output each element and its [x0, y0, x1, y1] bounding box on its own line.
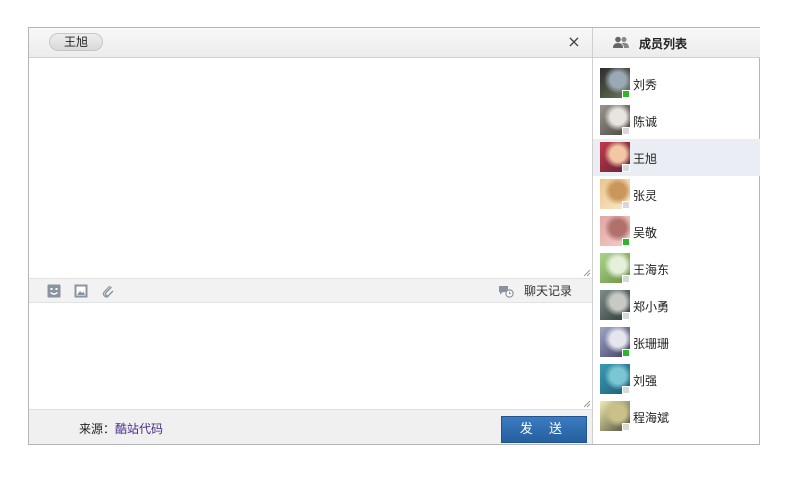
member-item[interactable]: 吴敬 [593, 213, 760, 250]
paperclip-icon[interactable] [101, 284, 115, 298]
status-indicator [622, 201, 630, 209]
chat-history-icon [498, 286, 514, 298]
source-label: 来源： [79, 422, 116, 436]
member-panel-header: 成员列表 [593, 28, 760, 58]
chat-header: 王旭 × [29, 28, 592, 58]
status-indicator [622, 90, 630, 98]
contact-name-tab[interactable]: 王旭 [49, 33, 104, 51]
member-item[interactable]: 王旭 [593, 139, 760, 176]
member-name: 陈诚 [633, 115, 658, 129]
member-item[interactable]: 王海东 [593, 250, 760, 287]
status-indicator [622, 275, 630, 283]
member-name: 王海东 [633, 263, 670, 277]
avatar [600, 290, 630, 320]
member-name: 张珊珊 [633, 337, 670, 351]
status-indicator [622, 164, 630, 172]
avatar [600, 105, 630, 135]
people-icon [613, 36, 629, 48]
member-panel: 成员列表 刘秀陈诚王旭张灵吴敬王海东郑小勇张珊珊刘强程海斌 [592, 28, 760, 444]
avatar [600, 401, 630, 431]
resize-grip-icon[interactable] [583, 400, 591, 408]
status-indicator [622, 238, 630, 246]
member-item[interactable]: 陈诚 [593, 102, 760, 139]
avatar [600, 216, 630, 246]
member-name: 郑小勇 [633, 300, 670, 314]
avatar [600, 253, 630, 283]
member-name: 刘强 [633, 374, 658, 388]
image-icon[interactable] [74, 284, 88, 298]
member-panel-title: 成员列表 [639, 37, 688, 51]
chat-footer: 来源：酷站代码 发 送 [29, 409, 592, 444]
avatar [600, 68, 630, 98]
member-name: 王旭 [633, 152, 658, 166]
status-indicator [622, 127, 630, 135]
chat-window: 王旭 × 聊天记录 来源：酷站代码 发 送 成员列表 刘秀 陈诚 王旭 张灵 吴… [28, 27, 760, 445]
status-indicator [622, 423, 630, 431]
member-item[interactable]: 刘强 [593, 361, 760, 398]
member-name: 吴敬 [633, 226, 658, 240]
chat-history-button[interactable]: 聊天记录 [498, 283, 572, 299]
message-history-area[interactable] [29, 58, 592, 278]
member-name: 张灵 [633, 189, 658, 203]
chat-history-label: 聊天记录 [523, 284, 572, 298]
member-item[interactable]: 张灵 [593, 176, 760, 213]
status-indicator [622, 312, 630, 320]
message-input[interactable] [29, 303, 592, 409]
source-link[interactable]: 酷站代码 [115, 422, 163, 436]
status-indicator [622, 349, 630, 357]
resize-grip-icon[interactable] [583, 269, 591, 277]
chat-pane: 王旭 × 聊天记录 来源：酷站代码 发 送 [29, 28, 592, 444]
member-item[interactable]: 程海斌 [593, 398, 760, 435]
input-toolbar: 聊天记录 [29, 278, 592, 303]
send-button[interactable]: 发 送 [501, 416, 587, 443]
member-item[interactable]: 刘秀 [593, 65, 760, 102]
member-item[interactable]: 张珊珊 [593, 324, 760, 361]
source-info: 来源：酷站代码 [79, 420, 163, 437]
avatar [600, 179, 630, 209]
status-indicator [622, 386, 630, 394]
member-list: 刘秀陈诚王旭张灵吴敬王海东郑小勇张珊珊刘强程海斌 [593, 65, 760, 435]
member-name: 刘秀 [633, 78, 658, 92]
close-icon[interactable]: × [566, 32, 582, 52]
member-name: 程海斌 [633, 411, 670, 425]
avatar [600, 142, 630, 172]
avatar [600, 364, 630, 394]
member-item[interactable]: 郑小勇 [593, 287, 760, 324]
emoji-icon[interactable] [47, 284, 61, 298]
avatar [600, 327, 630, 357]
